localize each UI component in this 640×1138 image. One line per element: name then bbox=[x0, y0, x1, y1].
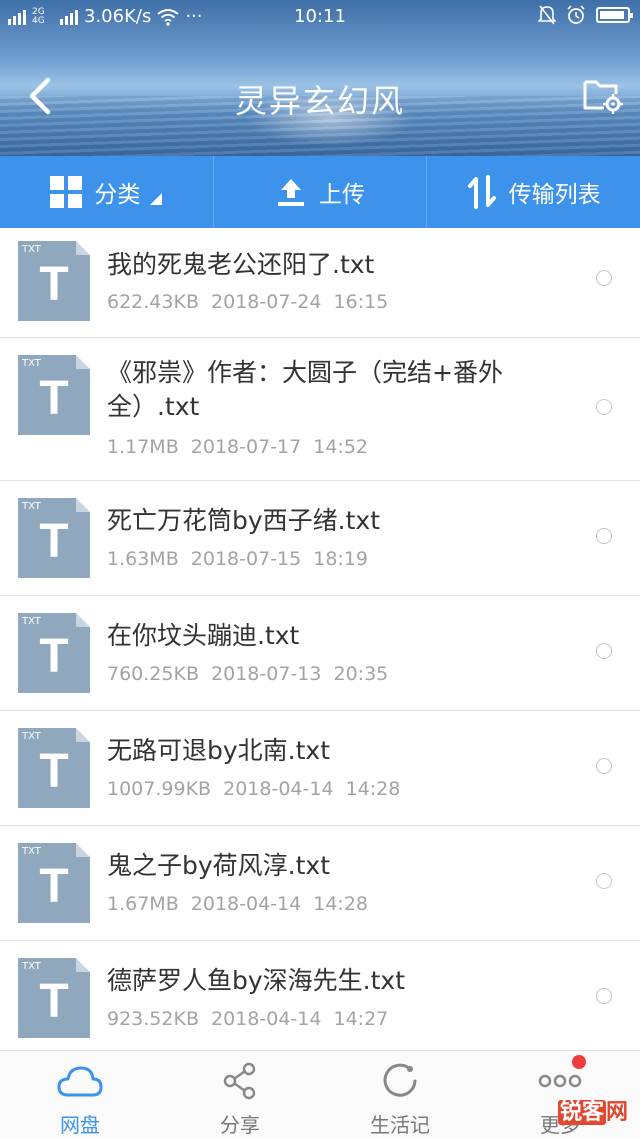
select-radio[interactable] bbox=[596, 758, 612, 774]
file-size: 1.67MB bbox=[107, 893, 179, 915]
file-date: 2018-07-17 bbox=[190, 436, 302, 458]
upload-button[interactable]: 上传 bbox=[214, 156, 428, 228]
file-meta: 1.17MB 2018-07-17 14:52 bbox=[107, 436, 368, 458]
select-radio[interactable] bbox=[596, 528, 612, 544]
txt-file-icon: TXT T bbox=[18, 958, 90, 1038]
file-meta: 1.63MB 2018-07-15 18:19 bbox=[107, 548, 368, 570]
file-date: 2018-07-15 bbox=[190, 548, 302, 570]
category-button[interactable]: 分类 bbox=[0, 156, 214, 228]
txt-file-icon: TXT T bbox=[18, 728, 90, 808]
page-title: 灵异玄幻风 bbox=[234, 82, 405, 120]
category-label: 分类 bbox=[94, 182, 141, 208]
select-radio[interactable] bbox=[596, 988, 612, 1004]
file-row[interactable]: TXT T 德萨罗人鱼by深海先生.txt 923.52KB 2018-04-14… bbox=[0, 941, 640, 1051]
toolbar: 分类 上传 传输列表 bbox=[0, 156, 640, 228]
nav-label: 分享 bbox=[220, 1113, 260, 1137]
alarm-icon bbox=[567, 5, 585, 24]
nav-item-share[interactable]: 分享 bbox=[160, 1051, 320, 1138]
status-bar: 2G 4G 3.06K/s ··· 10:11 bbox=[0, 0, 640, 34]
folder-settings-button[interactable] bbox=[582, 74, 624, 116]
cloud-icon bbox=[56, 1059, 104, 1103]
battery-icon bbox=[596, 7, 633, 23]
upload-label: 上传 bbox=[319, 182, 365, 208]
txt-file-icon: TXT T bbox=[18, 843, 90, 923]
header: 2G 4G 3.06K/s ··· 10:11 灵异玄幻风 bbox=[0, 0, 640, 156]
file-meta: 1007.99KB 2018-04-14 14:28 bbox=[107, 778, 400, 800]
nav-label: 生活记 bbox=[370, 1113, 430, 1137]
file-row[interactable]: TXT T 死亡万花筒by西子绪.txt 1.63MB 2018-07-15 18… bbox=[0, 481, 640, 596]
file-list: TXT T 我的死鬼老公还阳了.txt 622.43KB 2018-07-24 1… bbox=[0, 228, 640, 1051]
file-meta: 1.67MB 2018-04-14 14:28 bbox=[107, 893, 368, 915]
dropdown-triangle-icon bbox=[150, 193, 163, 205]
file-size: 622.43KB bbox=[107, 291, 199, 313]
file-name: 鬼之子by荷风淳.txt bbox=[107, 851, 331, 880]
notification-dot bbox=[572, 1055, 586, 1069]
file-date: 2018-07-24 bbox=[211, 291, 322, 313]
file-date: 2018-04-14 bbox=[223, 778, 334, 800]
file-row[interactable]: TXT T 在你坟头蹦迪.txt 760.25KB 2018-07-13 20:3… bbox=[0, 596, 640, 711]
transfer-list-label: 传输列表 bbox=[508, 182, 601, 208]
file-size: 1007.99KB bbox=[107, 778, 212, 800]
txt-file-icon: TXT T bbox=[18, 498, 90, 578]
nav-label: 网盘 bbox=[60, 1113, 100, 1137]
watermark: 锐客网 bbox=[557, 1100, 628, 1125]
folder-settings-icon bbox=[583, 80, 623, 114]
select-radio[interactable] bbox=[596, 399, 612, 415]
txt-file-icon: TXT T bbox=[18, 355, 90, 435]
file-time: 14:27 bbox=[333, 1008, 389, 1030]
file-name: 德萨罗人鱼by深海先生.txt bbox=[107, 966, 406, 995]
select-radio[interactable] bbox=[596, 873, 612, 889]
file-name: 在你坟头蹦迪.txt bbox=[107, 621, 300, 650]
file-meta: 622.43KB 2018-07-24 16:15 bbox=[107, 291, 388, 313]
file-name: 《邪祟》作者：大圆子（完结+番外全）.txt bbox=[107, 358, 503, 421]
file-row[interactable]: TXT T 我的死鬼老公还阳了.txt 622.43KB 2018-07-24 1… bbox=[0, 228, 640, 338]
file-meta: 760.25KB 2018-07-13 20:35 bbox=[107, 663, 388, 685]
file-time: 14:28 bbox=[345, 778, 401, 800]
life-icon bbox=[376, 1059, 424, 1103]
file-size: 1.17MB bbox=[107, 436, 179, 458]
file-time: 18:19 bbox=[313, 548, 369, 570]
file-size: 1.63MB bbox=[107, 548, 179, 570]
file-time: 14:28 bbox=[313, 893, 369, 915]
nav-item-life[interactable]: 生活记 bbox=[320, 1051, 480, 1138]
file-time: 14:52 bbox=[313, 436, 369, 458]
file-time: 16:15 bbox=[333, 291, 389, 313]
grid-icon bbox=[50, 176, 83, 208]
file-row[interactable]: TXT T 鬼之子by荷风淳.txt 1.67MB 2018-04-14 14:2… bbox=[0, 826, 640, 941]
file-size: 760.25KB bbox=[107, 663, 199, 685]
file-name: 无路可退by北南.txt bbox=[107, 736, 331, 765]
txt-file-icon: TXT T bbox=[18, 613, 90, 693]
file-name: 死亡万花筒by西子绪.txt bbox=[107, 506, 381, 535]
mute-bell-icon bbox=[538, 5, 556, 25]
nav-item-cloud-drive[interactable]: 网盘 bbox=[0, 1051, 160, 1138]
file-name: 我的死鬼老公还阳了.txt bbox=[107, 250, 375, 279]
file-time: 20:35 bbox=[333, 663, 389, 685]
bottom-nav: 网盘 分享 生活记 更多 bbox=[0, 1050, 640, 1138]
transfer-arrows-icon bbox=[467, 175, 496, 209]
file-date: 2018-07-13 bbox=[211, 663, 322, 685]
file-meta: 923.52KB 2018-04-14 14:27 bbox=[107, 1008, 388, 1030]
select-radio[interactable] bbox=[596, 643, 612, 659]
upload-icon bbox=[278, 179, 304, 206]
file-date: 2018-04-14 bbox=[211, 1008, 322, 1030]
file-row[interactable]: TXT T 《邪祟》作者：大圆子（完结+番外全）.txt 1.17MB 2018-… bbox=[0, 338, 640, 481]
txt-file-icon: TXT T bbox=[18, 241, 90, 321]
share-icon bbox=[216, 1059, 264, 1103]
title-bar: 灵异玄幻风 bbox=[0, 56, 640, 136]
transfer-list-button[interactable]: 传输列表 bbox=[427, 156, 640, 228]
file-size: 923.52KB bbox=[107, 1008, 199, 1030]
file-row[interactable]: TXT T 无路可退by北南.txt 1007.99KB 2018-04-14 1… bbox=[0, 711, 640, 826]
select-radio[interactable] bbox=[596, 270, 612, 286]
file-date: 2018-04-14 bbox=[190, 893, 302, 915]
